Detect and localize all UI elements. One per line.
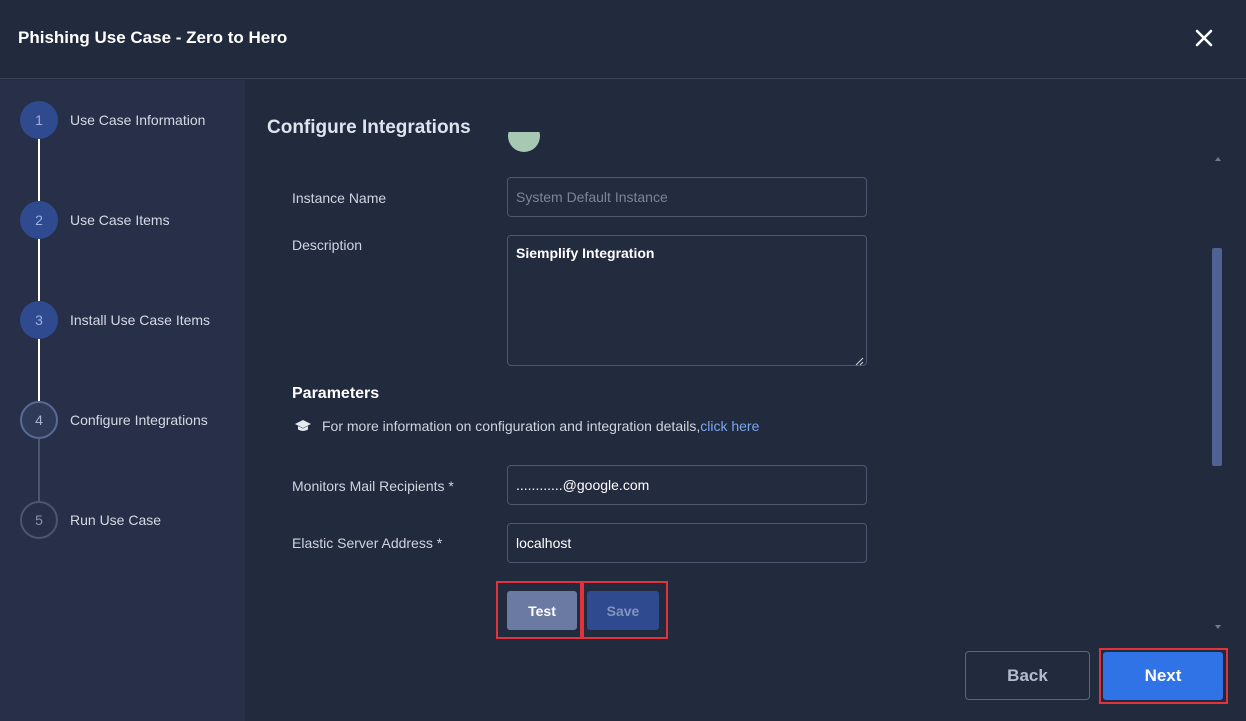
- parameters-info: For more information on configuration an…: [294, 418, 759, 434]
- step-label: Use Case Items: [70, 212, 170, 228]
- parameters-info-text: For more information on configuration an…: [322, 418, 701, 434]
- step-number: 2: [20, 201, 58, 239]
- step-number: 1: [20, 101, 58, 139]
- step-number: 5: [20, 501, 58, 539]
- back-button[interactable]: Back: [965, 651, 1090, 700]
- click-here-link[interactable]: click here: [700, 418, 759, 434]
- step-label: Configure Integrations: [70, 412, 208, 428]
- elastic-server-address-input[interactable]: localhost: [507, 523, 867, 563]
- step-connector: [38, 339, 40, 401]
- instance-name-input[interactable]: System Default Instance: [507, 177, 867, 217]
- monitors-mail-recipients-label: Monitors Mail Recipients *: [292, 478, 454, 494]
- step-connector: [38, 239, 40, 301]
- scroll-down-arrow-icon[interactable]: [1212, 620, 1224, 632]
- step-label: Use Case Information: [70, 112, 206, 128]
- integration-logo: [508, 132, 540, 160]
- description-textarea[interactable]: Siemplify Integration: [507, 235, 867, 366]
- parameters-heading: Parameters: [292, 385, 380, 402]
- dialog-header: Phishing Use Case - Zero to Hero: [0, 0, 1246, 79]
- step-label: Install Use Case Items: [70, 312, 211, 328]
- next-button[interactable]: Next: [1103, 652, 1223, 700]
- step-use-case-items[interactable]: 2 Use Case Items: [20, 201, 245, 239]
- scroll-up-arrow-icon[interactable]: [1212, 152, 1224, 164]
- elastic-server-address-label: Elastic Server Address *: [292, 535, 443, 551]
- page-title: Configure Integrations: [267, 117, 471, 138]
- step-connector: [38, 439, 40, 501]
- step-number: 3: [20, 301, 58, 339]
- graduation-cap-icon: [294, 418, 312, 434]
- save-button[interactable]: Save: [587, 591, 659, 630]
- dialog-title: Phishing Use Case - Zero to Hero: [18, 28, 288, 47]
- description-label: Description: [292, 237, 363, 253]
- step-use-case-information[interactable]: 1 Use Case Information: [20, 101, 245, 139]
- description-value: Siemplify Integration: [516, 245, 655, 261]
- step-configure-integrations[interactable]: 4 Configure Integrations: [20, 401, 245, 439]
- step-install-use-case-items[interactable]: 3 Install Use Case Items: [20, 301, 245, 339]
- scrollbar-thumb[interactable]: [1212, 248, 1222, 466]
- step-connector: [38, 139, 40, 201]
- step-number: 4: [20, 401, 58, 439]
- instance-name-label: Instance Name: [292, 190, 387, 206]
- monitors-mail-recipients-input[interactable]: ............@google.com: [507, 465, 867, 505]
- test-button[interactable]: Test: [507, 591, 577, 630]
- step-label: Run Use Case: [70, 512, 162, 528]
- resize-handle-icon[interactable]: [854, 353, 864, 366]
- close-icon[interactable]: [1190, 24, 1218, 52]
- step-run-use-case[interactable]: 5 Run Use Case: [20, 501, 245, 539]
